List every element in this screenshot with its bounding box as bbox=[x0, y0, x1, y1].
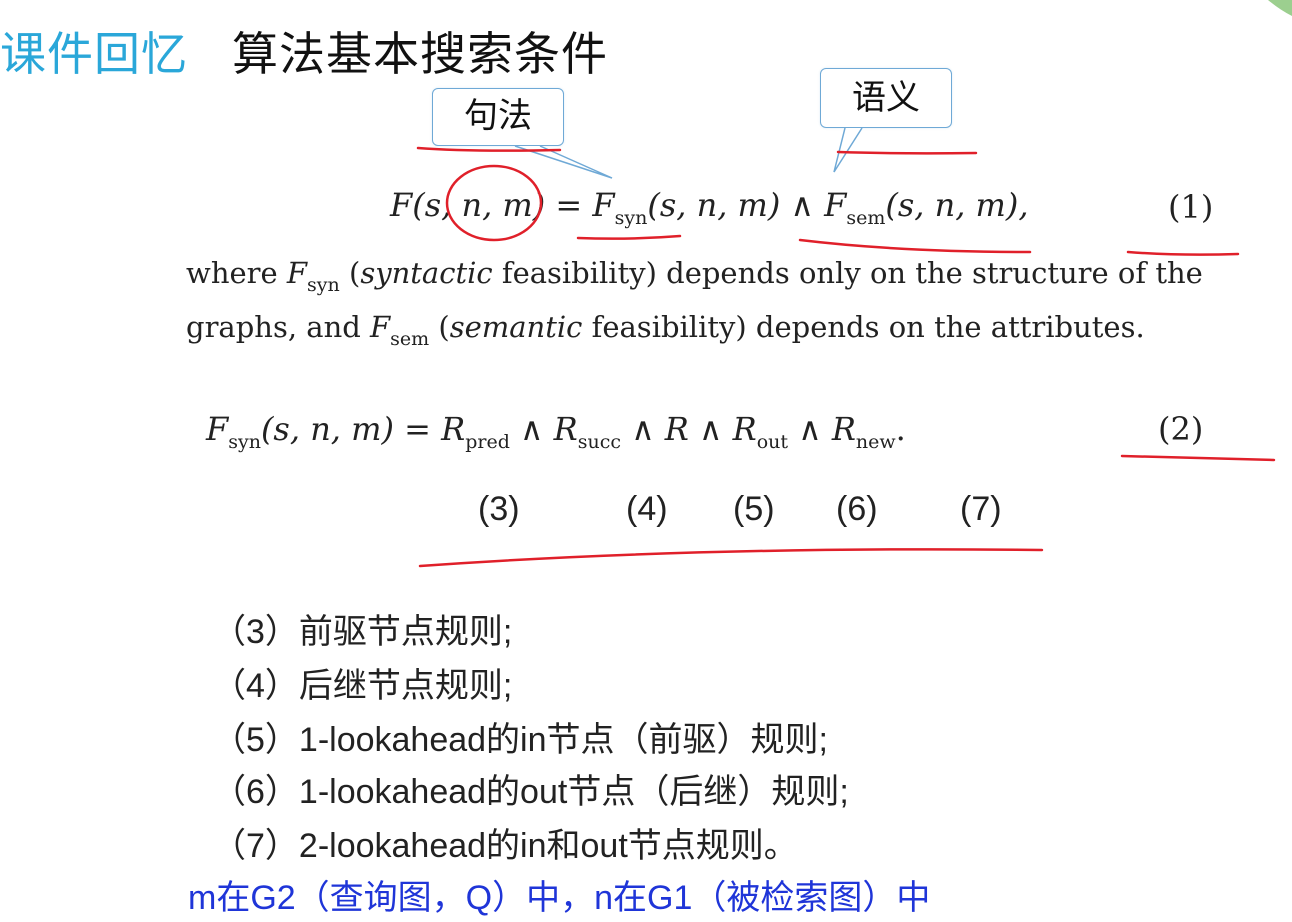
callout-semantic-pointer bbox=[833, 127, 863, 173]
corner-decoration bbox=[1268, 0, 1292, 16]
annotation-layer bbox=[416, 0, 1292, 568]
red-underline-eq2-number bbox=[1120, 454, 1276, 462]
red-underline-ref-numbers bbox=[418, 548, 1044, 568]
red-underline-fsyn bbox=[576, 234, 682, 240]
red-underline-semantic-label bbox=[836, 150, 978, 155]
red-underline-eq1-number bbox=[1126, 250, 1240, 256]
red-circle-n bbox=[445, 164, 543, 242]
red-underline-fsem bbox=[798, 238, 1032, 254]
